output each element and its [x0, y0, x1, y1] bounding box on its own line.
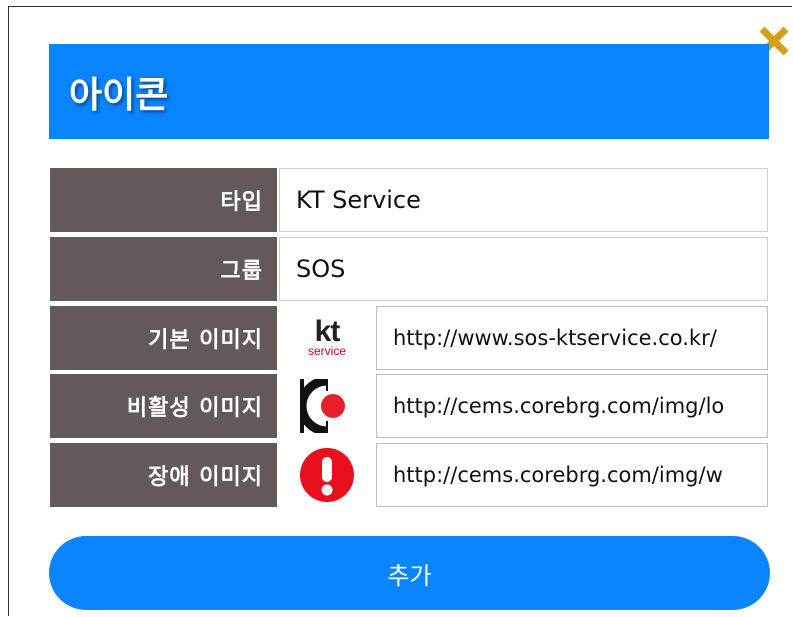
default-image-label: 기본 이미지 — [50, 306, 277, 370]
inactive-status-icon — [300, 379, 354, 433]
group-value: SOS — [279, 237, 768, 301]
kt-service-logo-icon: kt service — [307, 315, 346, 358]
fault-alert-icon — [300, 448, 354, 502]
fault-image-label: 장애 이미지 — [50, 443, 277, 507]
default-image-preview: kt service — [279, 306, 375, 370]
inactive-image-row: 비활성 이미지 — [50, 374, 768, 438]
inactive-image-label: 비활성 이미지 — [50, 374, 277, 438]
type-label: 타입 — [50, 168, 277, 232]
fault-image-row: 장애 이미지 — [50, 443, 768, 507]
fault-image-preview — [279, 443, 375, 507]
type-row: 타입 KT Service — [50, 168, 768, 232]
add-button[interactable]: 추가 — [49, 536, 770, 610]
inactive-image-url-input[interactable] — [376, 374, 768, 438]
inactive-image-preview — [279, 374, 375, 438]
dialog-title-bar: 아이콘 — [49, 44, 769, 139]
default-image-url-input[interactable] — [376, 306, 768, 370]
group-row: 그룹 SOS — [50, 237, 768, 301]
dialog-title: 아이콘 — [69, 74, 169, 116]
fault-image-url-input[interactable] — [376, 443, 768, 507]
group-label: 그룹 — [50, 237, 277, 301]
default-image-row: 기본 이미지 kt service — [50, 306, 768, 370]
type-value: KT Service — [279, 168, 768, 232]
